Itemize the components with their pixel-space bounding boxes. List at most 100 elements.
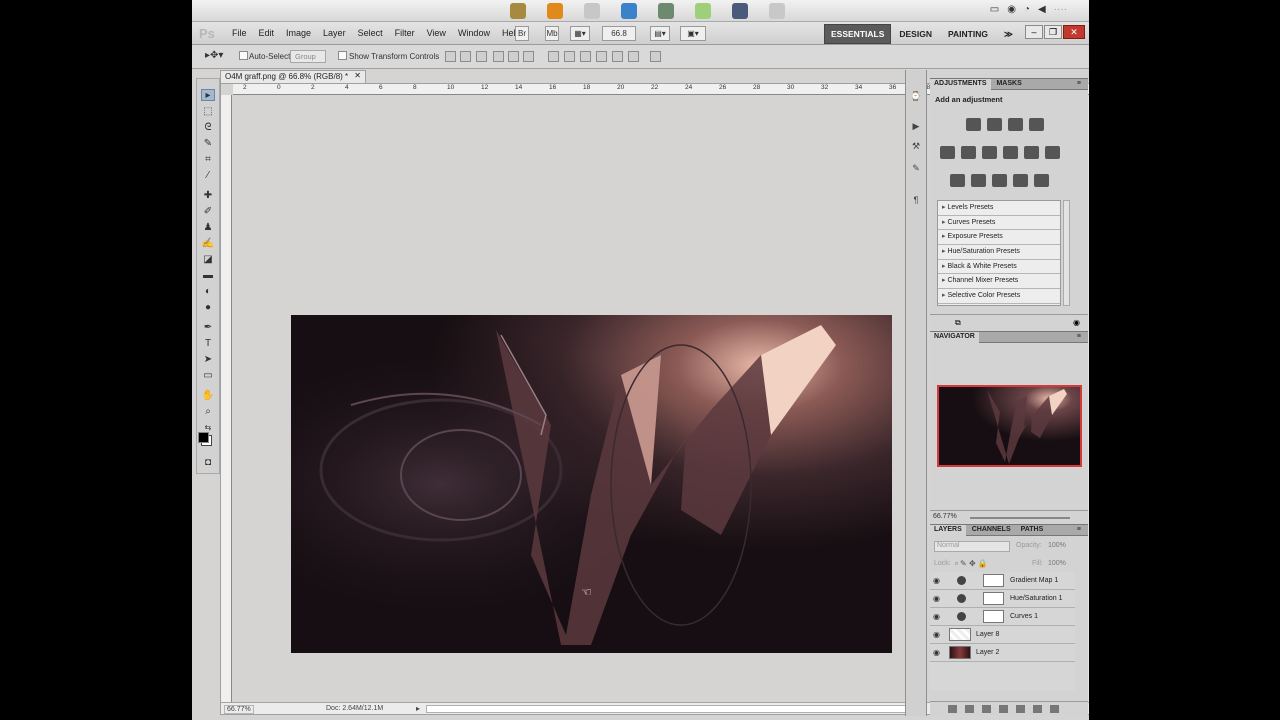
menu-edit[interactable]: Edit <box>253 28 281 38</box>
preset-item[interactable]: Curves Presets <box>938 216 1060 231</box>
tab-paths[interactable]: PATHS <box>1017 525 1048 536</box>
tool-presets-panel-icon[interactable]: ⚒ <box>910 140 922 152</box>
minimize-button[interactable]: – <box>1025 25 1043 39</box>
align-top-icon[interactable] <box>445 51 456 62</box>
preset-item[interactable]: Levels Presets <box>938 201 1060 216</box>
settings-app-icon[interactable] <box>769 3 785 19</box>
brightness-contrast-icon[interactable] <box>966 118 981 131</box>
preset-item[interactable]: Selective Color Presets <box>938 289 1060 304</box>
arrange-documents-icon[interactable]: ▤▾ <box>650 26 670 41</box>
preset-item[interactable]: Hue/Saturation Presets <box>938 245 1060 260</box>
marquee-tool-icon[interactable]: ⬚ <box>201 106 215 118</box>
tab-masks[interactable]: MASKS <box>992 79 1025 90</box>
folder-app-icon[interactable] <box>695 3 711 19</box>
menu-layer[interactable]: Layer <box>317 28 352 38</box>
distribute-hcenter-icon[interactable] <box>612 51 623 62</box>
blend-mode-select[interactable]: Normal <box>934 541 1010 552</box>
foreground-color-swatch[interactable] <box>198 432 209 443</box>
layer-thumbnail[interactable] <box>949 646 971 659</box>
blur-tool-icon[interactable]: ◐ <box>201 286 215 298</box>
curves-icon[interactable] <box>1008 118 1023 131</box>
tab-channels[interactable]: CHANNELS <box>968 525 1015 536</box>
visibility-eye-icon[interactable]: ◉ <box>933 594 940 603</box>
levels-icon[interactable] <box>987 118 1002 131</box>
move-tool-preset-icon[interactable]: ▸✥▾ <box>205 50 223 61</box>
visibility-eye-icon[interactable]: ◉ <box>933 612 940 621</box>
posterize-icon[interactable] <box>971 174 986 187</box>
dodge-tool-icon[interactable]: ● <box>201 302 215 314</box>
color-balance-icon[interactable] <box>982 146 997 159</box>
layer-row[interactable]: ◉ Layer 2 <box>930 644 1075 662</box>
visibility-eye-icon[interactable]: ◉ <box>933 648 940 657</box>
layer-thumbnail[interactable] <box>949 628 971 641</box>
vertical-ruler[interactable] <box>221 95 232 703</box>
crop-tool-icon[interactable]: ⌗ <box>201 154 215 166</box>
layer-name[interactable]: Layer 8 <box>976 631 999 638</box>
distribute-bottom-icon[interactable] <box>580 51 591 62</box>
close-document-icon[interactable]: ✕ <box>354 71 361 80</box>
history-brush-tool-icon[interactable]: ✍ <box>201 238 215 250</box>
layer-name[interactable]: Hue/Saturation 1 <box>1010 595 1063 602</box>
link-layers-icon[interactable] <box>948 705 957 713</box>
black-white-icon[interactable] <box>1003 146 1018 159</box>
history-panel-icon[interactable]: ⌚ <box>910 90 922 102</box>
tab-layers[interactable]: LAYERS <box>930 525 966 536</box>
add-mask-icon[interactable] <box>982 705 991 713</box>
healing-brush-tool-icon[interactable]: ✚ <box>201 190 215 202</box>
lock-options-icon[interactable]: ▫ ✎ ✥ 🔒 <box>955 559 988 568</box>
vibrance-icon[interactable] <box>940 146 955 159</box>
workspace-painting[interactable]: PAINTING <box>940 25 996 43</box>
volume-icon[interactable]: ◀ <box>1038 4 1046 15</box>
threshold-icon[interactable] <box>992 174 1007 187</box>
new-layer-icon[interactable] <box>1033 705 1042 713</box>
hue-saturation-icon[interactable] <box>961 146 976 159</box>
illustrator-app-icon[interactable] <box>547 3 563 19</box>
brush-tool-icon[interactable]: ✐ <box>201 206 215 218</box>
preset-item[interactable]: Black & White Presets <box>938 260 1060 275</box>
restore-button[interactable]: ❐ <box>1044 25 1062 39</box>
preset-item[interactable]: Exposure Presets <box>938 230 1060 246</box>
navigator-preview[interactable] <box>937 385 1082 467</box>
show-transform-checkbox[interactable] <box>338 51 347 60</box>
pen-tool-icon[interactable]: ✒ <box>201 322 215 334</box>
eyedropper-tool-icon[interactable]: ⁄ <box>201 170 215 182</box>
wifi-icon[interactable]: ◔ <box>1024 4 1030 15</box>
quick-selection-tool-icon[interactable]: ✎ <box>201 138 215 150</box>
align-hcenter-icon[interactable] <box>508 51 519 62</box>
layer-mask-thumbnail[interactable] <box>983 610 1004 623</box>
clip-options-icon[interactable]: ◉ <box>1073 318 1080 327</box>
menu-image[interactable]: Image <box>280 28 317 38</box>
monitor-app-icon[interactable] <box>732 3 748 19</box>
eraser-tool-icon[interactable]: ◪ <box>201 254 215 266</box>
layer-name[interactable]: Gradient Map 1 <box>1010 577 1058 584</box>
photoshop-app-icon[interactable] <box>621 3 637 19</box>
horizontal-scrollbar[interactable] <box>426 705 916 713</box>
visibility-eye-icon[interactable]: ◉ <box>933 576 940 585</box>
photo-filter-icon[interactable] <box>1024 146 1039 159</box>
menu-select[interactable]: Select <box>352 28 389 38</box>
fill-field[interactable]: 100% <box>1048 560 1066 567</box>
layer-style-icon[interactable] <box>965 705 974 713</box>
layer-mask-view-icon[interactable]: ⧉ <box>955 318 961 328</box>
hand-tool-icon[interactable]: ✋ <box>201 390 215 402</box>
distribute-top-icon[interactable] <box>548 51 559 62</box>
battery-icon[interactable]: ▭ <box>990 4 999 15</box>
move-tool-icon[interactable]: ▸ <box>201 89 215 101</box>
actions-panel-icon[interactable]: ▶ <box>910 120 922 132</box>
zoom-tool-icon[interactable]: ⌕ <box>201 406 215 418</box>
status-menu-arrow-icon[interactable]: ▸ <box>416 704 420 713</box>
window-app-icon[interactable] <box>658 3 674 19</box>
exposure-icon[interactable] <box>1029 118 1044 131</box>
screen-mode-icon[interactable]: ▣▾ <box>680 26 706 41</box>
lasso-tool-icon[interactable]: ᘓ <box>201 122 215 134</box>
tab-navigator[interactable]: NAVIGATOR <box>930 332 979 343</box>
document-tab[interactable]: O4M graff.png @ 66.8% (RGB/8) * ✕ <box>220 70 366 83</box>
zoom-level-select[interactable]: 66.8 <box>602 26 636 41</box>
presets-scrollbar[interactable] <box>1063 200 1070 306</box>
path-selection-tool-icon[interactable]: ➤ <box>201 354 215 366</box>
layer-row[interactable]: ◉ Curves 1 <box>930 608 1075 626</box>
quick-mask-icon[interactable]: ◘ <box>201 457 215 469</box>
status-zoom-field[interactable]: 66.77% <box>224 705 254 714</box>
menu-view[interactable]: View <box>421 28 452 38</box>
type-tool-icon[interactable]: T <box>201 338 215 350</box>
